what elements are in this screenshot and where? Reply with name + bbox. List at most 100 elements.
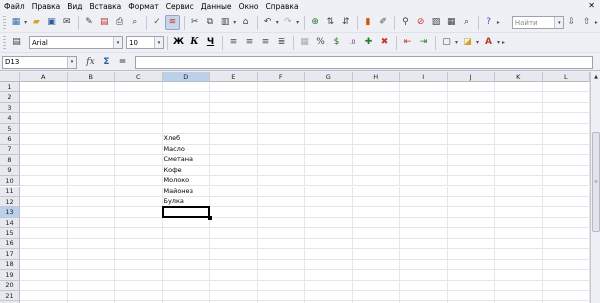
- cell[interactable]: [305, 165, 353, 177]
- cell[interactable]: [352, 249, 400, 260]
- cell[interactable]: [115, 186, 163, 197]
- cell[interactable]: [67, 92, 115, 103]
- cell[interactable]: [400, 102, 448, 114]
- row-header[interactable]: 2: [0, 92, 20, 103]
- cell[interactable]: [115, 113, 163, 124]
- borders-dropdown-icon[interactable]: ▾: [455, 39, 458, 46]
- scroll-up-icon[interactable]: ▲: [591, 72, 600, 82]
- menu-file[interactable]: Файл: [4, 2, 25, 11]
- cell[interactable]: [352, 259, 400, 271]
- cell[interactable]: [257, 123, 305, 135]
- cell[interactable]: [115, 217, 163, 229]
- cell[interactable]: [305, 291, 353, 302]
- percent-format-icon[interactable]: %: [313, 35, 328, 50]
- cell[interactable]: [495, 228, 543, 239]
- cell[interactable]: [495, 123, 543, 135]
- menu-format[interactable]: Формат: [128, 2, 158, 11]
- cell[interactable]: [400, 207, 448, 218]
- cell[interactable]: [447, 144, 495, 156]
- cell[interactable]: [257, 249, 305, 260]
- spreadsheet-grid[interactable]: A B C D E F G H I J K L 1 2 3 4 5 6 Хлеб 7 Масло 8 Сметана 9 Коф…: [0, 72, 590, 303]
- cell[interactable]: [67, 291, 115, 302]
- cell[interactable]: [162, 228, 210, 239]
- cell[interactable]: [447, 249, 495, 260]
- row-header[interactable]: 21: [0, 291, 20, 302]
- cell[interactable]: [20, 228, 68, 239]
- cell[interactable]: [20, 217, 68, 229]
- toolbar-overflow-icon[interactable]: ▸: [497, 19, 500, 26]
- cell[interactable]: [115, 92, 163, 103]
- cell[interactable]: [115, 270, 163, 281]
- bold-button[interactable]: Ж: [171, 35, 186, 50]
- cell[interactable]: [352, 82, 400, 93]
- select-all-corner[interactable]: [0, 72, 20, 82]
- cell[interactable]: [67, 165, 115, 177]
- cell[interactable]: [352, 155, 400, 166]
- cell[interactable]: [400, 165, 448, 177]
- cell[interactable]: [447, 165, 495, 177]
- cell[interactable]: [210, 92, 258, 103]
- cell[interactable]: [162, 270, 210, 281]
- cell[interactable]: [305, 134, 353, 145]
- cell[interactable]: [352, 196, 400, 208]
- cell[interactable]: [305, 123, 353, 135]
- cell[interactable]: [305, 176, 353, 187]
- row-header[interactable]: 9: [0, 165, 20, 177]
- toolbar-grip[interactable]: [3, 15, 6, 30]
- cell[interactable]: [162, 238, 210, 250]
- cell[interactable]: [352, 291, 400, 302]
- cell[interactable]: [542, 207, 590, 218]
- cell[interactable]: [67, 155, 115, 166]
- cell[interactable]: [67, 176, 115, 187]
- row-header[interactable]: 10: [0, 176, 20, 187]
- add-decimal-icon[interactable]: ✚: [361, 35, 376, 50]
- findbar-overflow-icon[interactable]: ▸: [595, 19, 598, 26]
- new-document-icon[interactable]: ▦: [9, 15, 23, 30]
- cell[interactable]: [162, 291, 210, 302]
- cell[interactable]: [352, 113, 400, 124]
- cell[interactable]: [447, 228, 495, 239]
- cell[interactable]: [495, 92, 543, 103]
- cell[interactable]: Майонез: [162, 186, 210, 197]
- cell[interactable]: [257, 176, 305, 187]
- row-header[interactable]: 1: [0, 82, 20, 93]
- cell[interactable]: [352, 92, 400, 103]
- cell[interactable]: [210, 113, 258, 124]
- cell[interactable]: [210, 144, 258, 156]
- column-header[interactable]: J: [447, 72, 495, 82]
- paste-dropdown-icon[interactable]: ▾: [233, 19, 236, 26]
- vertical-scrollbar[interactable]: ▲ ≡: [590, 72, 600, 303]
- underline-button[interactable]: Ч: [203, 35, 218, 50]
- cell[interactable]: [495, 280, 543, 291]
- row-header[interactable]: 6: [0, 134, 20, 145]
- cell[interactable]: [542, 144, 590, 156]
- cell[interactable]: [400, 196, 448, 208]
- cell[interactable]: [542, 134, 590, 145]
- cell[interactable]: [447, 217, 495, 229]
- cell[interactable]: [115, 291, 163, 302]
- draw-functions-icon[interactable]: ✐: [376, 15, 390, 30]
- cell[interactable]: [352, 238, 400, 250]
- cell[interactable]: [495, 259, 543, 271]
- borders-icon[interactable]: ▢: [439, 35, 454, 50]
- cell[interactable]: [67, 144, 115, 156]
- cell[interactable]: [447, 102, 495, 114]
- cell[interactable]: [305, 217, 353, 229]
- cell[interactable]: [67, 102, 115, 114]
- cell[interactable]: [115, 134, 163, 145]
- hyperlink-icon[interactable]: ⊕: [308, 15, 322, 30]
- cell[interactable]: [210, 196, 258, 208]
- cell[interactable]: [257, 259, 305, 271]
- align-left-icon[interactable]: ≡: [226, 35, 241, 50]
- column-header[interactable]: D: [162, 72, 210, 82]
- cell[interactable]: [447, 134, 495, 145]
- function-wizard-icon[interactable]: fx: [83, 55, 98, 70]
- cell[interactable]: [257, 228, 305, 239]
- cell[interactable]: [20, 238, 68, 250]
- cell[interactable]: [447, 280, 495, 291]
- cell[interactable]: [400, 238, 448, 250]
- menu-help[interactable]: Справка: [266, 2, 299, 11]
- cell[interactable]: [352, 165, 400, 177]
- cell[interactable]: [542, 165, 590, 177]
- cell[interactable]: [20, 207, 68, 218]
